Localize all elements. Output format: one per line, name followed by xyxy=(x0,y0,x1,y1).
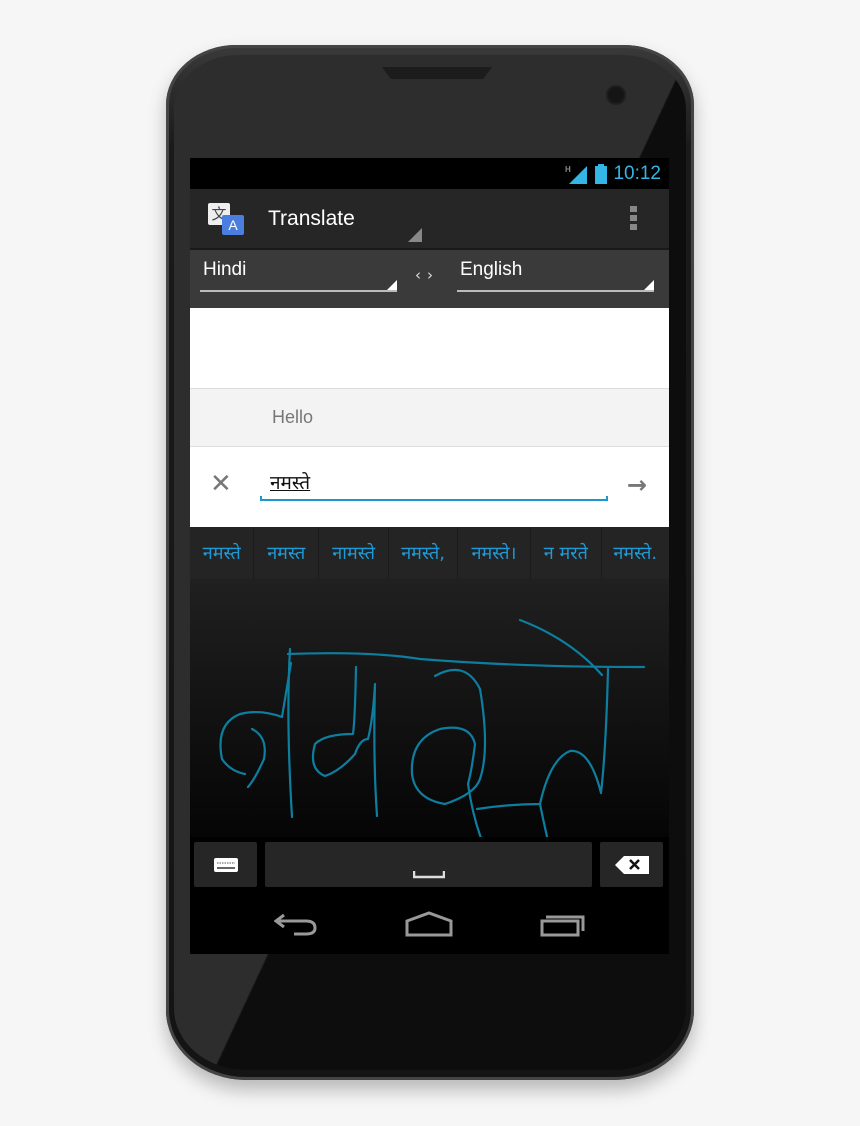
app-title[interactable]: Translate xyxy=(268,207,355,231)
translation-result-text: Hello xyxy=(272,407,314,427)
translation-output-area xyxy=(190,308,669,389)
ink-stroke xyxy=(286,652,646,669)
source-text-input[interactable]: नमस्ते xyxy=(260,469,608,501)
ink-stroke xyxy=(475,667,610,811)
signal-icon: H xyxy=(565,165,588,184)
keyboard-icon[interactable] xyxy=(194,842,257,887)
recent-apps-icon[interactable] xyxy=(540,911,586,937)
source-text-value: नमस्ते xyxy=(270,472,311,494)
source-language-label: Hindi xyxy=(203,259,247,280)
action-bar: 文 A Translate xyxy=(190,189,669,250)
battery-icon xyxy=(595,163,608,184)
arrow-right-icon[interactable]: → xyxy=(627,471,647,499)
svg-text:H: H xyxy=(565,165,571,174)
ink-stroke xyxy=(538,802,549,837)
keyboard-glyph xyxy=(213,857,238,872)
overflow-menu-icon[interactable] xyxy=(630,206,637,230)
target-language-spinner[interactable]: English xyxy=(457,256,654,292)
handwriting-canvas[interactable] xyxy=(190,579,669,837)
backspace-icon[interactable] xyxy=(600,842,663,887)
suggestion-item[interactable]: नमस्ते xyxy=(190,527,255,579)
translate-app-icon[interactable]: 文 A xyxy=(206,201,246,237)
handwriting-strokes xyxy=(219,618,646,837)
earpiece-speaker xyxy=(382,67,492,79)
status-bar: H 10:12 xyxy=(190,158,669,189)
suggestion-item[interactable]: नामस्ते xyxy=(319,527,390,579)
front-camera xyxy=(608,87,624,103)
back-icon[interactable] xyxy=(273,911,318,937)
target-language-label: English xyxy=(460,259,523,280)
suggestion-item[interactable]: न मरते xyxy=(531,527,602,579)
clock: 10:12 xyxy=(613,162,661,184)
backspace-glyph xyxy=(614,855,649,874)
swap-languages-icon[interactable]: ‹› xyxy=(415,266,439,284)
input-row: ✕ नमस्ते → xyxy=(190,447,669,527)
suggestion-item[interactable]: नमस्ते। xyxy=(458,527,532,579)
navigation-bar xyxy=(190,889,669,954)
ink-stroke xyxy=(311,665,379,818)
app-spinner-indicator[interactable] xyxy=(408,228,422,242)
clear-icon[interactable]: ✕ xyxy=(210,469,232,499)
dropdown-indicator-icon xyxy=(644,280,654,290)
suggestion-item[interactable]: नमस्त xyxy=(254,527,319,579)
ink-stroke xyxy=(219,661,293,776)
dropdown-indicator-icon xyxy=(387,280,397,290)
suggestion-item[interactable]: नमस्ते. xyxy=(602,527,669,579)
ink-stroke xyxy=(246,727,266,789)
space-icon xyxy=(412,871,445,879)
home-icon[interactable] xyxy=(405,911,453,937)
handwriting-keyboard-row xyxy=(190,837,669,889)
suggestion-bar: नमस्ते नमस्त नामस्ते नमस्ते, नमस्ते। न म… xyxy=(190,527,669,579)
ink-stroke xyxy=(410,668,487,837)
space-key[interactable] xyxy=(265,842,592,887)
phone-screen: H 10:12 文 A Translate Hindi ‹› English H… xyxy=(190,158,669,954)
suggestion-item[interactable]: नमस्ते, xyxy=(389,527,458,579)
language-bar: Hindi ‹› English xyxy=(190,250,669,308)
translation-result[interactable]: Hello xyxy=(190,389,669,447)
source-language-spinner[interactable]: Hindi xyxy=(200,256,397,292)
